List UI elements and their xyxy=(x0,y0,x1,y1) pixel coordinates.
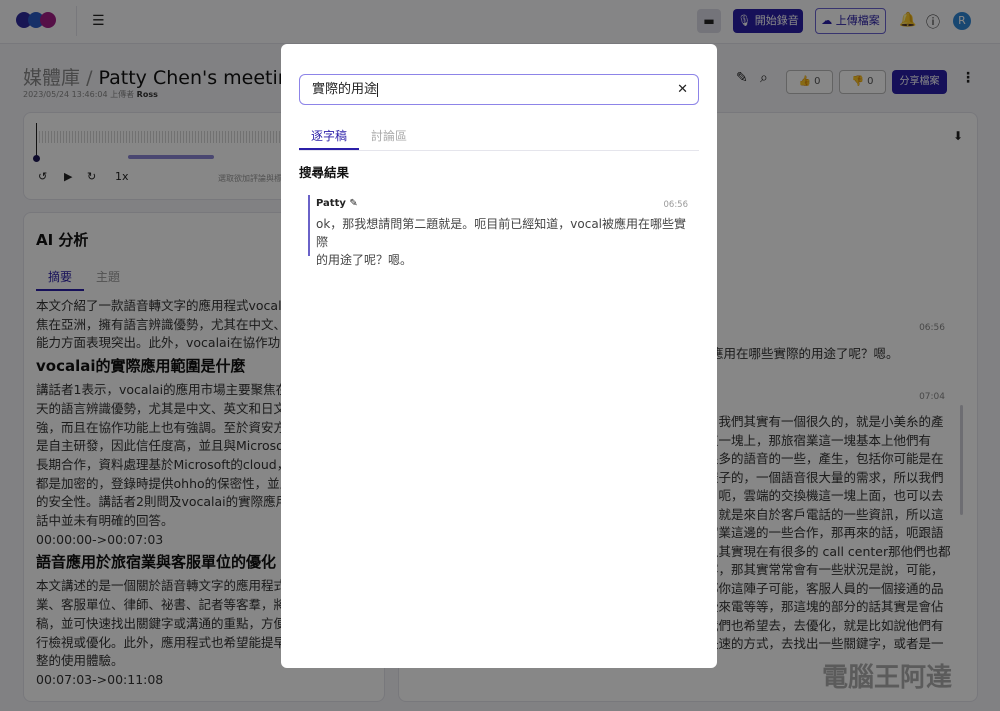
clear-search-icon[interactable]: ✕ xyxy=(677,75,688,104)
search-modal: 實際的用途 ✕ 逐字稿 討論區 搜尋結果 Patty ✎ 06:56 ok，那我想… xyxy=(281,44,717,668)
search-input[interactable]: 實際的用途 ✕ xyxy=(299,74,699,105)
result-line: 的用途了呢？嗯。 xyxy=(316,253,413,267)
result-line: ok，那我想請問第二題就是。呃目前已經知道，vocal被應用在哪些實際 xyxy=(316,217,687,249)
edit-speaker-icon[interactable]: ✎ xyxy=(349,198,357,209)
tab-discussion[interactable]: 討論區 xyxy=(359,127,419,150)
tab-transcript[interactable]: 逐字稿 xyxy=(299,127,360,150)
search-result[interactable]: Patty ✎ 06:56 ok，那我想請問第二題就是。呃目前已經知道，voca… xyxy=(308,195,689,267)
results-title: 搜尋結果 xyxy=(299,165,350,180)
search-tabs: 逐字稿 討論區 xyxy=(299,127,699,151)
search-query: 實際的用途 xyxy=(312,82,378,97)
result-time[interactable]: 06:56 xyxy=(664,200,689,210)
speaker-name: Patty xyxy=(316,198,346,209)
